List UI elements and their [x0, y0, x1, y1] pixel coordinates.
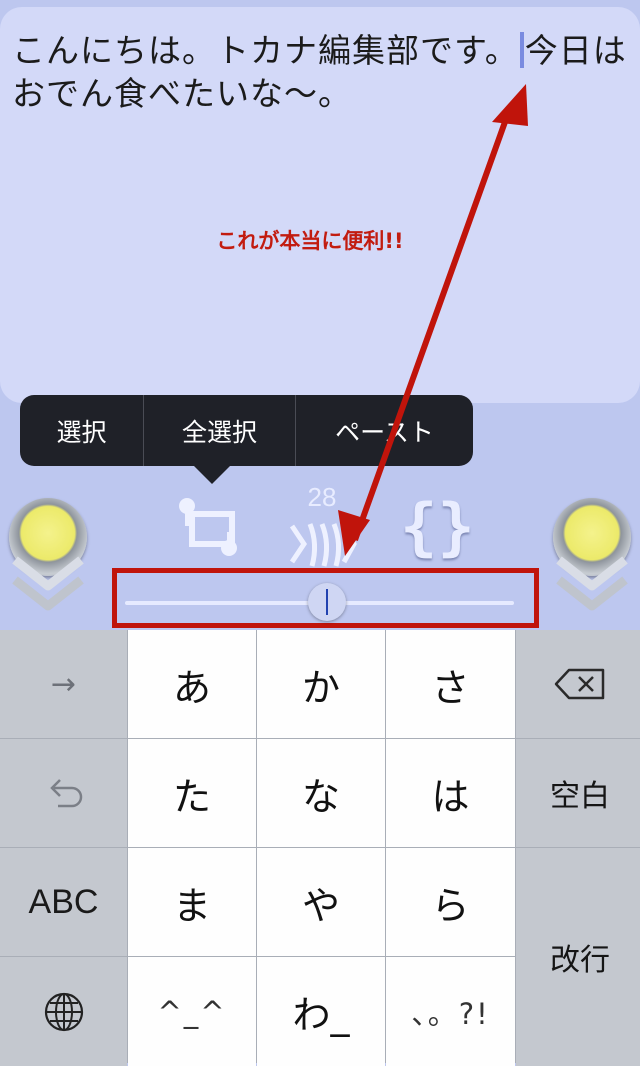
menu-paste[interactable]: ペースト — [296, 395, 473, 466]
note-text[interactable]: こんにちは。トカナ編集部です。 今日は おでん食べたいな〜。 — [12, 29, 632, 115]
menu-select[interactable]: 選択 — [20, 395, 144, 466]
abc-key[interactable]: ABC — [0, 848, 127, 956]
kana-keyboard: → あ か さ た な は 空白 ABC ま や ら 改行 ^_^ わ_ 、。?… — [0, 630, 640, 1066]
selection-icon[interactable] — [176, 496, 242, 558]
punctuation-key[interactable]: 、。?! — [386, 957, 515, 1066]
kana-key-na[interactable]: な — [257, 739, 385, 847]
text-before-cursor: こんにちは。トカナ編集部です。 — [12, 31, 519, 70]
kana-key-a[interactable]: あ — [128, 630, 256, 738]
kana-key-sa[interactable]: さ — [386, 630, 515, 738]
cursor-slider-thumb[interactable] — [308, 583, 347, 621]
backspace-key[interactable] — [516, 630, 640, 738]
space-key[interactable]: 空白 — [516, 739, 640, 847]
annotation-label: これが本当に便利!! — [216, 229, 404, 253]
dash-icon[interactable] — [288, 518, 358, 570]
menu-select-all[interactable]: 全選択 — [144, 395, 296, 466]
globe-icon — [44, 992, 83, 1031]
kana-key-ra[interactable]: ら — [386, 848, 515, 956]
kana-key-wa[interactable]: わ_ — [257, 957, 385, 1066]
left-knob-button[interactable] — [9, 498, 87, 618]
counter-label: 28 — [307, 482, 337, 512]
right-knob-button[interactable] — [553, 498, 631, 618]
kana-key-ha[interactable]: は — [386, 739, 515, 847]
arrow-right-key[interactable]: → — [0, 630, 127, 738]
kana-key-ma[interactable]: ま — [128, 848, 256, 956]
enter-key[interactable]: 改行 — [516, 848, 640, 1066]
backspace-icon — [554, 668, 605, 700]
undo-key[interactable] — [0, 739, 127, 847]
kana-key-ya[interactable]: や — [257, 848, 385, 956]
kana-key-ka[interactable]: か — [257, 630, 385, 738]
chevron-down-icon — [12, 556, 84, 611]
emoticon-key[interactable]: ^_^ — [128, 957, 256, 1066]
edit-context-menu: 選択 全選択 ペースト — [20, 395, 473, 466]
globe-key[interactable] — [0, 957, 127, 1066]
undo-icon — [49, 779, 82, 808]
kana-key-ta[interactable]: た — [128, 739, 256, 847]
text-cursor — [519, 32, 524, 68]
chevron-down-icon — [556, 556, 628, 611]
note-text-area[interactable]: こんにちは。トカナ編集部です。 今日は おでん食べたいな〜。 これが本当に便利!! — [0, 7, 640, 403]
braces-icon[interactable]: {} — [400, 490, 475, 563]
cursor-slider-highlight — [112, 568, 539, 628]
menu-pointer — [194, 466, 230, 484]
